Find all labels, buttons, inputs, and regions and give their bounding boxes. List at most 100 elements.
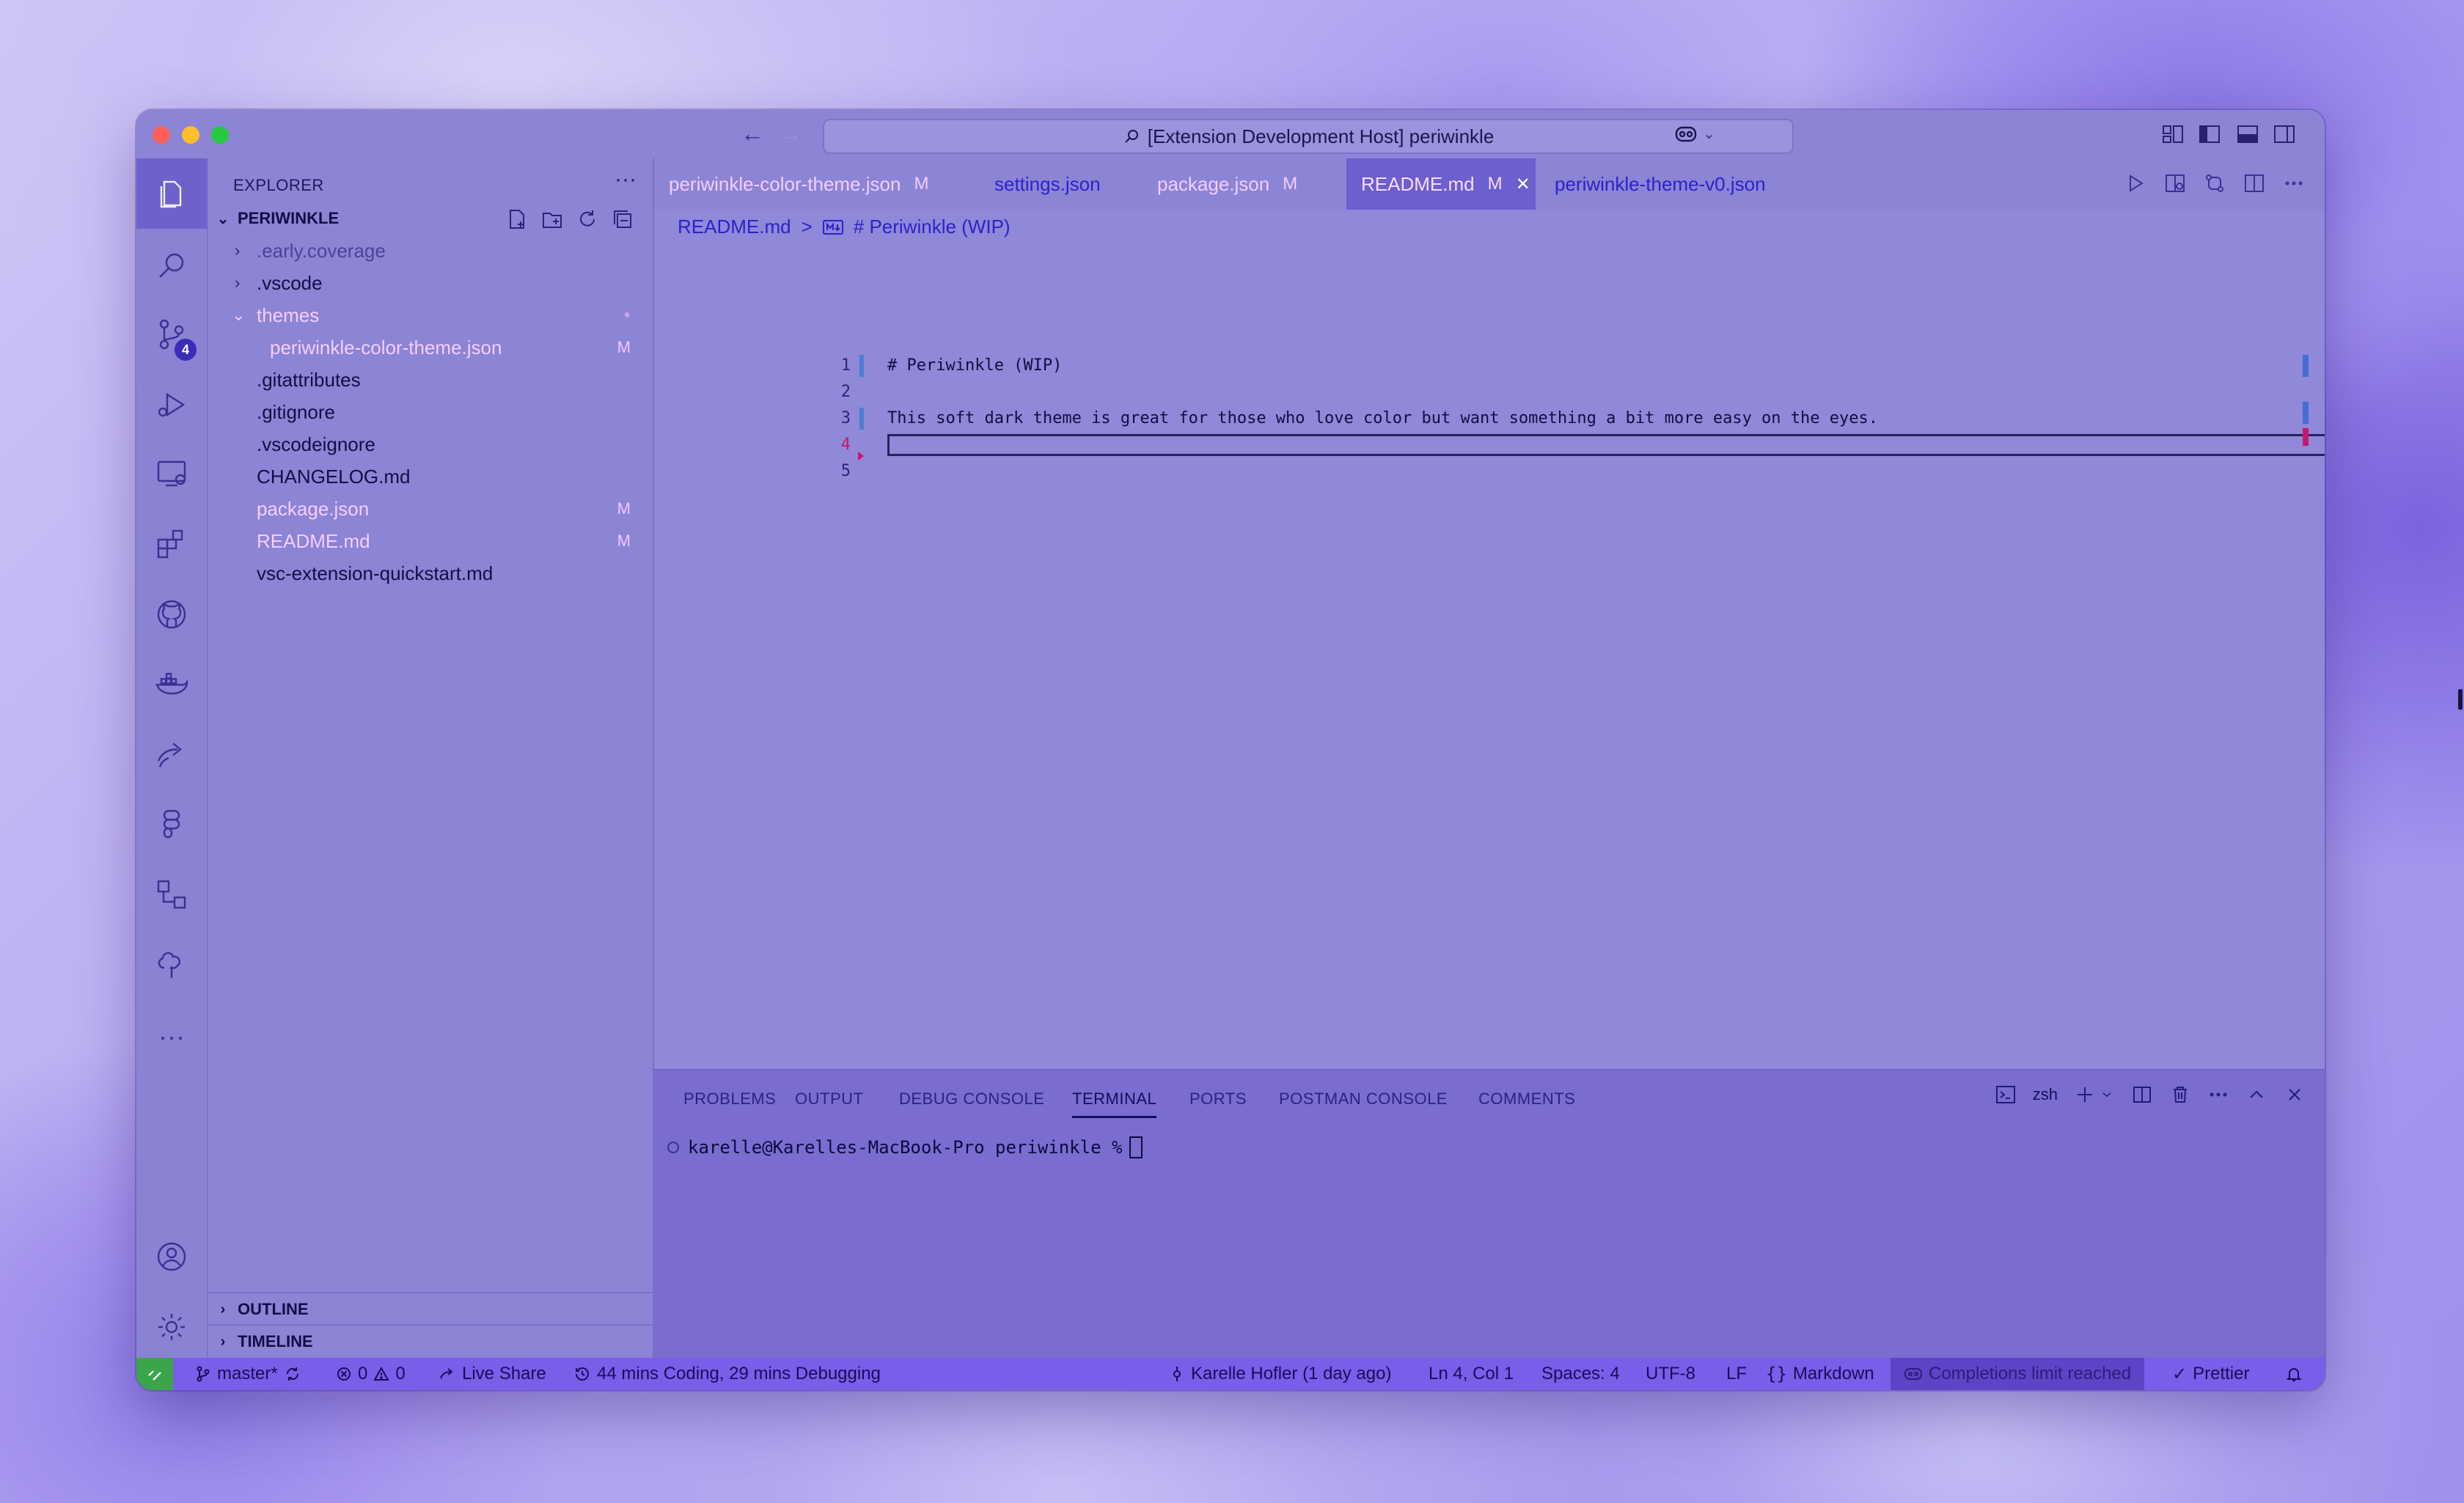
cursor-position-status[interactable]: Ln 4, Col 1 (1429, 1358, 1514, 1390)
remote-explorer-icon[interactable] (150, 452, 194, 496)
run-and-debug-icon[interactable] (150, 383, 194, 427)
panel-tab-output[interactable]: OUTPUT (795, 1089, 863, 1109)
search-icon[interactable] (150, 243, 194, 287)
git-branch-status[interactable]: master* (195, 1358, 301, 1390)
new-terminal-icon[interactable] (2074, 1084, 2096, 1106)
panel-tab-terminal[interactable]: TERMINAL (1072, 1089, 1157, 1118)
tab-package-json[interactable]: package.json M (1126, 158, 1308, 210)
back-arrow-icon[interactable]: ← (741, 120, 764, 147)
tab-settings-json[interactable]: settings.json (962, 158, 1126, 210)
coding-timer-status[interactable]: 44 mins Coding, 29 mins Debugging (573, 1358, 881, 1390)
tree-file-changelog[interactable]: CHANGELOG.md (208, 460, 653, 493)
tab-periwinkle-theme-v0[interactable]: periwinkle-theme-v0.json (1536, 158, 1814, 210)
tree-folder-themes[interactable]: ⌄ themes ● (208, 299, 653, 331)
indentation-status[interactable]: Spaces: 4 (1541, 1358, 1620, 1390)
terminal-prompt-line[interactable]: karelle@Karelles-MacBook-Pro periwinkle … (667, 1136, 1143, 1158)
copilot-icon[interactable] (1673, 122, 1698, 147)
window-title: [Extension Development Host] periwinkle (1147, 125, 1495, 147)
minimize-window-button[interactable] (182, 126, 199, 144)
chevron-down-icon: ⌄ (216, 210, 230, 227)
trash-icon[interactable] (2169, 1084, 2191, 1106)
gutter-change-indicator (859, 408, 864, 430)
notifications-bell-icon[interactable] (2285, 1358, 2303, 1390)
more-views-icon[interactable]: ··· (150, 1015, 194, 1059)
tab-readme-md[interactable]: README.md M ✕ (1346, 158, 1536, 210)
overview-ruler-change (2303, 402, 2309, 424)
tree-folder-vscode[interactable]: › .vscode (208, 267, 653, 299)
collapse-all-icon[interactable] (612, 208, 634, 230)
tree-item-label: vsc-extension-quickstart.md (257, 562, 494, 584)
tree-file-gitignore[interactable]: .gitignore (208, 396, 653, 428)
encoding-status[interactable]: UTF-8 (1646, 1358, 1695, 1390)
search-icon (1125, 130, 1138, 143)
live-share-icon[interactable] (150, 732, 194, 776)
zoom-window-button[interactable] (211, 126, 229, 144)
forward-arrow-icon[interactable]: → (779, 120, 802, 147)
tab-label: package.json (1157, 172, 1270, 195)
breadcrumb-symbol[interactable]: # Periwinkle (WIP) (854, 216, 1011, 238)
explorer-icon[interactable] (136, 158, 207, 229)
timeline-section-header[interactable]: › TIMELINE (208, 1324, 653, 1358)
chevron-down-icon[interactable] (2099, 1084, 2115, 1106)
tree-folder-early-coverage[interactable]: › .early.coverage (208, 235, 653, 267)
tab-close-icon[interactable]: ✕ (1516, 174, 1530, 195)
customize-layout-icon[interactable] (2160, 122, 2185, 147)
panel-tab-ports[interactable]: PORTS (1189, 1089, 1247, 1109)
project-section-header[interactable]: ⌄ PERIWINKLE (208, 202, 653, 235)
new-file-icon[interactable] (506, 208, 528, 230)
figma-icon[interactable] (150, 802, 194, 846)
sync-icon[interactable] (284, 1365, 301, 1383)
toggle-secondary-sidebar-icon[interactable] (2272, 122, 2297, 147)
language-mode-status[interactable]: {} Markdown (1766, 1358, 1874, 1390)
more-actions-icon[interactable] (2282, 172, 2306, 195)
git-graph-icon[interactable] (150, 872, 194, 916)
tree-file-periwinkle-color-theme[interactable]: periwinkle-color-theme.json M (208, 331, 653, 364)
panel-tab-debug-console[interactable]: DEBUG CONSOLE (899, 1089, 1044, 1109)
refresh-icon[interactable] (576, 208, 598, 230)
tree-item-label: themes (257, 304, 320, 326)
docker-icon[interactable] (150, 663, 194, 707)
tree-file-vscodeignore[interactable]: .vscodeignore (208, 428, 653, 460)
split-editor-icon[interactable] (2243, 172, 2266, 195)
github-icon[interactable] (150, 592, 194, 636)
prettier-status[interactable]: ✓ Prettier (2172, 1358, 2249, 1390)
accounts-icon[interactable] (150, 1235, 194, 1279)
new-folder-icon[interactable] (541, 208, 563, 230)
copilot-status[interactable]: Completions limit reached (1891, 1358, 2145, 1390)
overview-ruler-change (2303, 355, 2309, 377)
toggle-primary-sidebar-icon[interactable] (2197, 122, 2222, 147)
eol-status[interactable]: LF (1726, 1358, 1747, 1390)
panel-tab-postman-console[interactable]: POSTMAN CONSOLE (1279, 1089, 1448, 1109)
extensions-icon[interactable] (150, 522, 194, 566)
close-window-button[interactable] (153, 126, 170, 144)
tree-file-gitattributes[interactable]: .gitattributes (208, 364, 653, 396)
explorer-more-button[interactable]: ··· (615, 167, 637, 192)
settings-gear-icon[interactable] (150, 1305, 194, 1349)
remote-indicator-icon[interactable] (136, 1358, 173, 1390)
live-share-status[interactable]: Live Share (439, 1358, 546, 1390)
run-icon[interactable] (2124, 172, 2147, 195)
problems-status[interactable]: 0 0 (336, 1358, 406, 1390)
command-center[interactable]: [Extension Development Host] periwinkle (823, 119, 1794, 154)
tab-periwinkle-color-theme[interactable]: periwinkle-color-theme.json M (654, 158, 962, 210)
open-preview-icon[interactable] (2163, 172, 2187, 195)
split-terminal-icon[interactable] (2131, 1084, 2153, 1106)
terminal-shell-name[interactable]: zsh (2033, 1085, 2058, 1104)
git-blame-status[interactable]: Karelle Hofler (1 day ago) (1169, 1358, 1391, 1390)
maximize-panel-icon[interactable] (2245, 1084, 2267, 1106)
git-blame-label: Karelle Hofler (1 day ago) (1191, 1364, 1392, 1383)
toggle-panel-icon[interactable] (2235, 122, 2260, 147)
panel-tab-problems[interactable]: PROBLEMS (683, 1089, 776, 1109)
tree-file-readme[interactable]: README.md M (208, 525, 653, 557)
outline-section-header[interactable]: › OUTLINE (208, 1292, 653, 1326)
more-actions-icon[interactable] (2207, 1084, 2229, 1106)
close-panel-icon[interactable] (2284, 1084, 2306, 1106)
copilot-chevron-icon[interactable]: ⌄ (1703, 125, 1715, 143)
tree-file-package-json[interactable]: package.json M (208, 493, 653, 525)
tree-icon[interactable] (150, 943, 194, 987)
panel-tab-comments[interactable]: COMMENTS (1478, 1089, 1575, 1109)
editor-area[interactable]: README.md > # Periwinkle (WIP) 1 2 3 4 5… (654, 210, 2325, 1177)
tree-file-quickstart[interactable]: vsc-extension-quickstart.md (208, 557, 653, 589)
breadcrumb-file[interactable]: README.md (678, 216, 791, 238)
compare-changes-icon[interactable] (2203, 172, 2226, 195)
